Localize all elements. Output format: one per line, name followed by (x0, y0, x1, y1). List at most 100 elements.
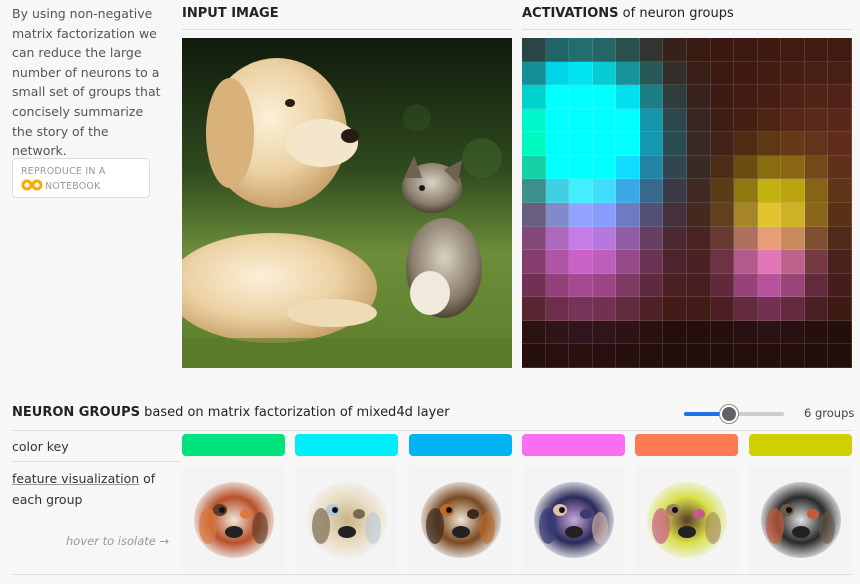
activation-cell[interactable] (639, 273, 664, 298)
activation-cell[interactable] (569, 250, 593, 274)
color-key-swatch-6[interactable] (749, 434, 852, 456)
activation-cell[interactable] (686, 179, 711, 203)
activation-cell[interactable] (663, 297, 687, 321)
activation-cell[interactable] (569, 61, 593, 86)
activation-cell[interactable] (616, 179, 640, 203)
feature-visualization-tile-2[interactable] (295, 466, 398, 573)
activation-cell[interactable] (781, 155, 805, 180)
activation-cell[interactable] (592, 155, 617, 180)
activation-cell[interactable] (686, 155, 711, 180)
feature-visualization-tile-4[interactable] (522, 466, 625, 573)
activation-cell[interactable] (663, 85, 687, 109)
activation-cell[interactable] (757, 132, 782, 156)
activation-cell[interactable] (710, 38, 735, 62)
activation-cell[interactable] (734, 85, 758, 109)
activation-cell[interactable] (545, 344, 570, 368)
activation-cell[interactable] (522, 61, 546, 86)
activation-cell[interactable] (734, 344, 758, 368)
activation-cell[interactable] (592, 250, 617, 274)
activation-cell[interactable] (757, 38, 782, 62)
activation-cell[interactable] (828, 344, 852, 368)
activation-cell[interactable] (639, 85, 664, 109)
activation-cell[interactable] (663, 320, 687, 345)
color-key-swatch-3[interactable] (409, 434, 512, 456)
activation-cell[interactable] (757, 344, 782, 368)
activation-cell[interactable] (804, 344, 829, 368)
activation-cell[interactable] (592, 132, 617, 156)
activation-cell[interactable] (592, 61, 617, 86)
activation-cell[interactable] (545, 38, 570, 62)
activation-cell[interactable] (686, 250, 711, 274)
activation-cell[interactable] (663, 226, 687, 251)
activation-cell[interactable] (569, 108, 593, 133)
activation-cell[interactable] (639, 226, 664, 251)
activation-cell[interactable] (710, 108, 735, 133)
activation-cell[interactable] (663, 155, 687, 180)
slider-thumb[interactable] (720, 405, 739, 423)
activation-cell[interactable] (522, 344, 546, 368)
activation-cell[interactable] (569, 226, 593, 251)
activation-cell[interactable] (663, 108, 687, 133)
activation-cell[interactable] (710, 179, 735, 203)
activation-cell[interactable] (522, 132, 546, 156)
activation-cell[interactable] (804, 202, 829, 227)
activation-cell[interactable] (757, 273, 782, 298)
feature-visualization-link[interactable]: feature visualization (12, 471, 139, 486)
activation-cell[interactable] (545, 61, 570, 86)
activation-cell[interactable] (545, 202, 570, 227)
color-key-swatch-1[interactable] (182, 434, 285, 456)
activation-cell[interactable] (592, 320, 617, 345)
activation-cell[interactable] (545, 297, 570, 321)
activation-cell[interactable] (616, 297, 640, 321)
activation-cell[interactable] (616, 155, 640, 180)
activation-cell[interactable] (734, 250, 758, 274)
activation-cell[interactable] (522, 85, 546, 109)
activation-cell[interactable] (686, 61, 711, 86)
activation-cell[interactable] (828, 250, 852, 274)
activation-cell[interactable] (757, 250, 782, 274)
activation-cell[interactable] (828, 61, 852, 86)
activation-cell[interactable] (734, 297, 758, 321)
activation-cell[interactable] (757, 179, 782, 203)
activation-cell[interactable] (804, 61, 829, 86)
activation-cell[interactable] (639, 250, 664, 274)
activation-cell[interactable] (616, 202, 640, 227)
activation-cell[interactable] (828, 179, 852, 203)
activation-cell[interactable] (545, 320, 570, 345)
activation-cell[interactable] (592, 344, 617, 368)
activation-cell[interactable] (804, 320, 829, 345)
activation-cell[interactable] (522, 108, 546, 133)
activation-cell[interactable] (734, 38, 758, 62)
activation-cell[interactable] (616, 61, 640, 86)
activation-cell[interactable] (639, 202, 664, 227)
activation-cell[interactable] (710, 61, 735, 86)
activation-cell[interactable] (616, 38, 640, 62)
activation-cell[interactable] (686, 38, 711, 62)
activation-cell[interactable] (757, 297, 782, 321)
activation-cell[interactable] (663, 344, 687, 368)
activation-cell[interactable] (710, 155, 735, 180)
activation-cell[interactable] (781, 108, 805, 133)
activation-cell[interactable] (781, 344, 805, 368)
activation-cell[interactable] (592, 179, 617, 203)
activation-cell[interactable] (710, 320, 735, 345)
activation-cell[interactable] (734, 132, 758, 156)
activation-cell[interactable] (639, 61, 664, 86)
activation-cell[interactable] (592, 273, 617, 298)
activation-cell[interactable] (639, 179, 664, 203)
activation-cell[interactable] (757, 85, 782, 109)
activation-cell[interactable] (522, 179, 546, 203)
activation-cell[interactable] (734, 202, 758, 227)
activation-cell[interactable] (686, 273, 711, 298)
activation-cell[interactable] (545, 250, 570, 274)
activation-cell[interactable] (686, 320, 711, 345)
activation-cell[interactable] (734, 320, 758, 345)
activation-cell[interactable] (545, 179, 570, 203)
activation-cell[interactable] (804, 132, 829, 156)
feature-visualization-tile-3[interactable] (409, 466, 512, 573)
activation-cell[interactable] (710, 344, 735, 368)
activation-cell[interactable] (734, 61, 758, 86)
activation-cell[interactable] (781, 320, 805, 345)
activation-cell[interactable] (686, 132, 711, 156)
activation-cell[interactable] (781, 226, 805, 251)
